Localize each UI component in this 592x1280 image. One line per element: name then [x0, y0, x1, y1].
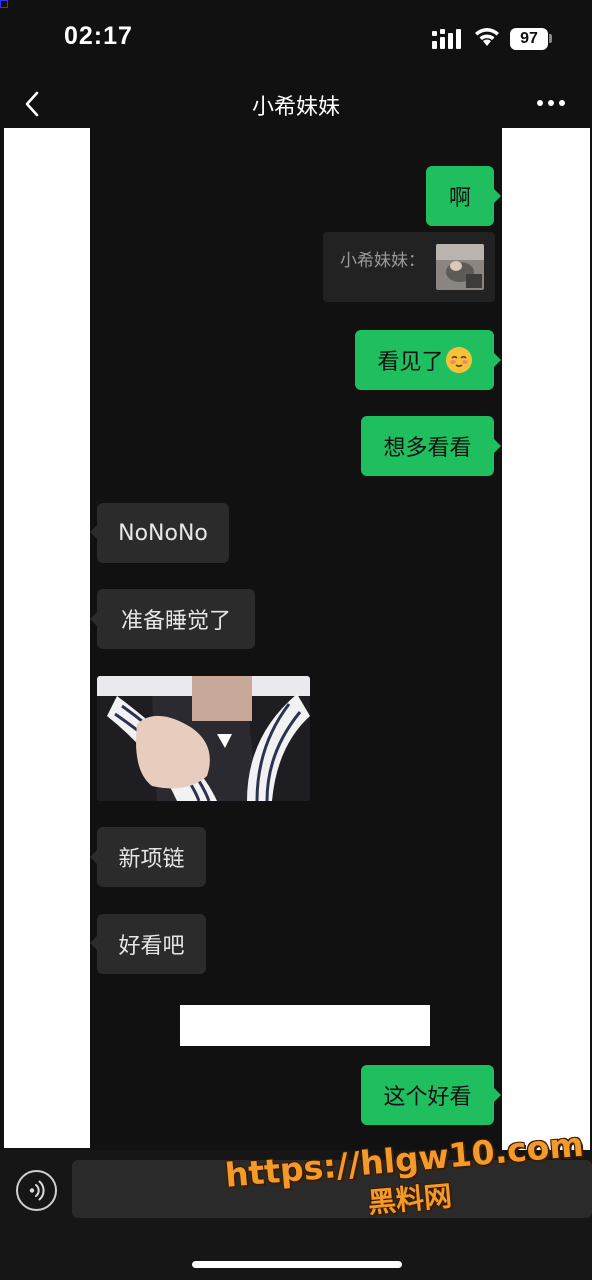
- bubble-tail: [90, 936, 97, 950]
- message-text: NoNoNo: [118, 520, 208, 546]
- redaction-bar: [180, 1005, 430, 1046]
- message-text: 这个好看: [383, 1085, 472, 1110]
- message-bubble-outgoing[interactable]: 啊: [426, 166, 494, 226]
- message-bubble-incoming[interactable]: NoNoNo: [97, 503, 229, 563]
- message-input[interactable]: [72, 1160, 592, 1218]
- message-text: 好看吧: [118, 934, 185, 959]
- battery-icon: 97: [510, 28, 548, 50]
- bubble-tail: [494, 439, 501, 453]
- quote-thumbnail-image[interactable]: [436, 244, 484, 290]
- message-bubble-outgoing[interactable]: 想多看看: [361, 416, 494, 476]
- message-bubble-incoming[interactable]: 好看吧: [97, 914, 206, 974]
- bubble-tail: [90, 525, 97, 539]
- message-text: 看见了: [377, 350, 444, 375]
- cellular-signal-icon: [432, 29, 461, 49]
- status-bar: 02:17 97: [0, 0, 592, 80]
- message-text: 想多看看: [383, 436, 472, 461]
- right-panel-blank: [502, 128, 590, 1150]
- quoted-message[interactable]: 小希妹妹：: [323, 232, 495, 302]
- blush-face-emoji: [445, 347, 472, 373]
- bubble-tail: [494, 1088, 501, 1102]
- bubble-tail: [494, 189, 501, 203]
- battery-level: 97: [520, 30, 538, 47]
- photo-message[interactable]: [97, 676, 310, 801]
- message-bubble-outgoing[interactable]: 看见了: [355, 330, 494, 390]
- quote-sender: 小希妹妹：: [340, 251, 425, 271]
- message-bubble-incoming[interactable]: 准备睡觉了: [97, 589, 255, 649]
- nav-bar: 小希妹妹: [0, 80, 592, 128]
- message-text: 啊: [448, 186, 471, 211]
- battery-tip: [549, 34, 552, 43]
- left-panel-blank: [4, 128, 90, 1148]
- bubble-tail: [90, 612, 97, 626]
- voice-icon[interactable]: [16, 1170, 57, 1211]
- bubble-tail: [494, 353, 501, 367]
- chat-title: 小希妹妹: [251, 95, 340, 120]
- message-text: 新项链: [118, 847, 185, 872]
- message-text: 准备睡觉了: [120, 609, 231, 634]
- home-indicator[interactable]: [192, 1261, 402, 1268]
- more-dots-icon[interactable]: [536, 98, 566, 108]
- message-bubble-outgoing[interactable]: 这个好看: [361, 1065, 494, 1125]
- bubble-tail: [90, 850, 97, 864]
- wifi-icon: [475, 28, 499, 46]
- status-time: 02:17: [64, 22, 133, 50]
- message-bubble-incoming[interactable]: 新项链: [97, 827, 206, 887]
